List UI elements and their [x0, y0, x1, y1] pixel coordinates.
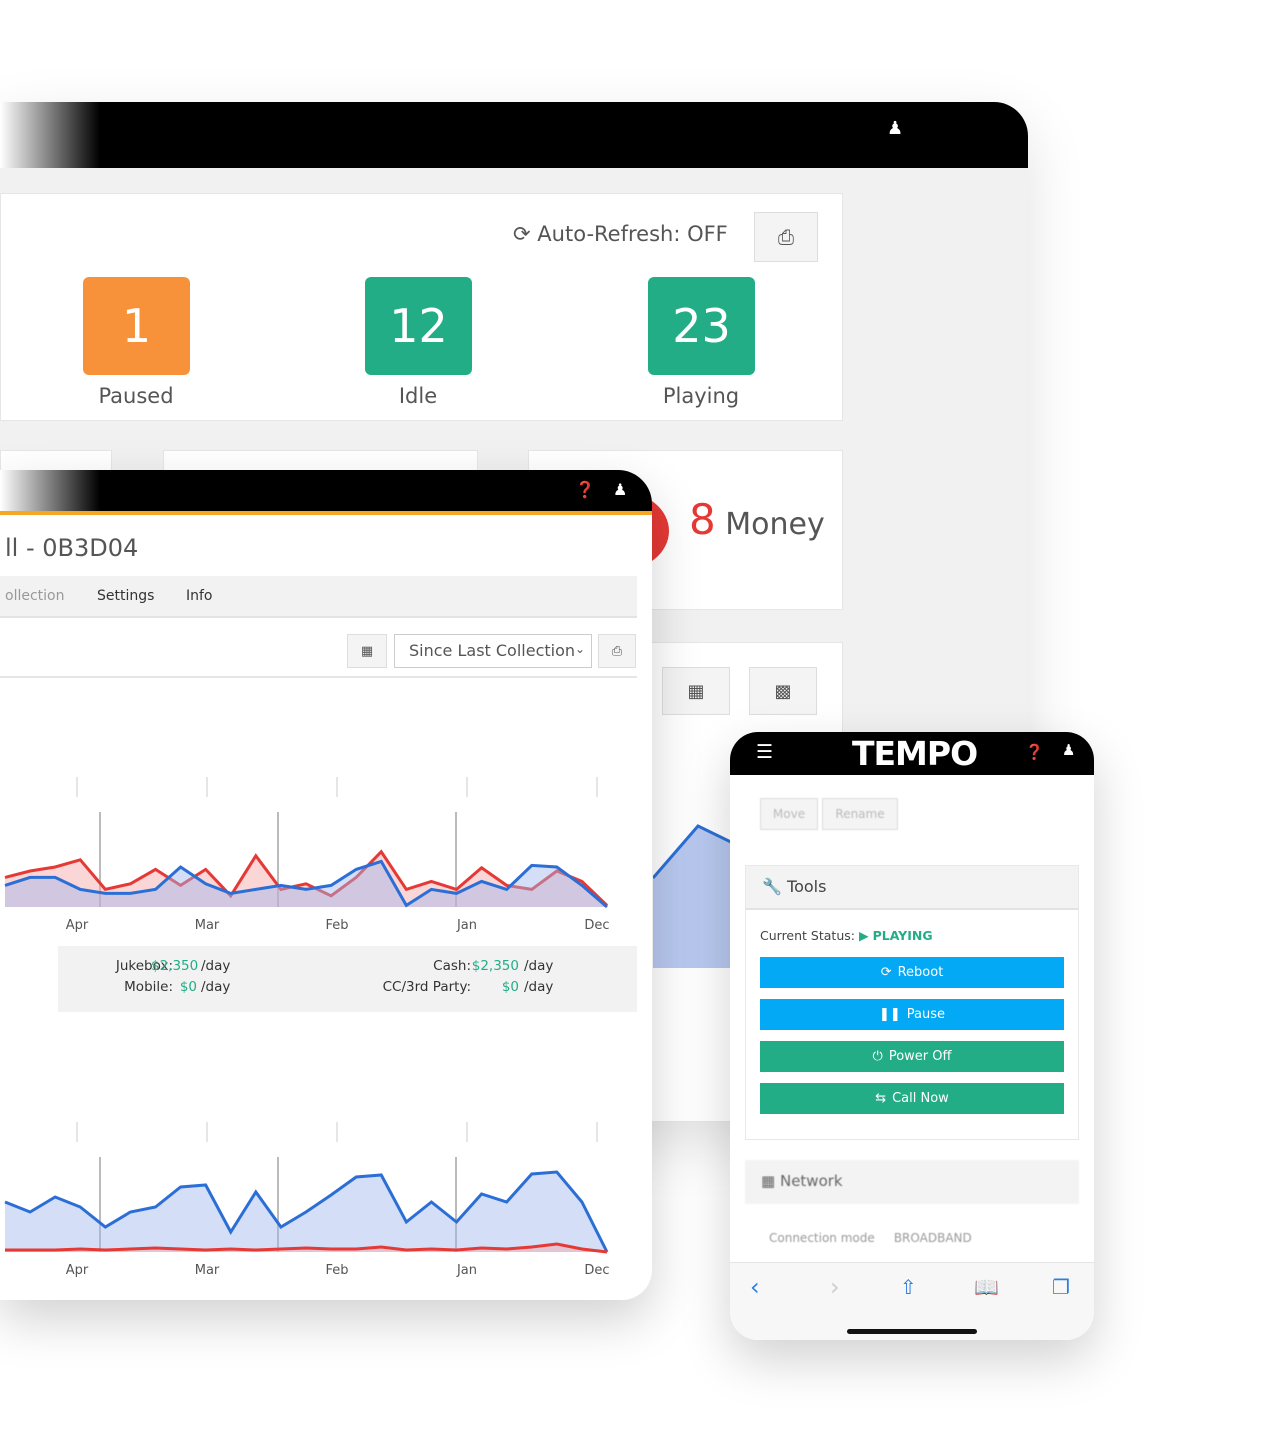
summary-box: Jukebox: Mobile: $2,350 $0 /day/day Cash: C… [58, 946, 637, 1012]
reboot-button[interactable]: ⟳ Reboot [760, 957, 1064, 988]
forward-icon[interactable]: › [830, 1273, 840, 1301]
x-tick-label: Feb [325, 918, 348, 933]
cc-value: $0 [501, 979, 519, 995]
x-tick-label: Apr [66, 1263, 89, 1278]
tab-bar: ollection Settings Info [0, 576, 637, 618]
user-icon[interactable]: ♟ [613, 480, 627, 499]
print-button[interactable]: ⎙ [754, 212, 818, 262]
stat-idle[interactable]: 12 [365, 277, 472, 375]
mobile-value: $0 [179, 979, 197, 995]
x-tick-label: Dec [584, 918, 609, 933]
status-panel: ⟳ Auto-Refresh: OFF ⎙ 1 Paused 12 Idle 2… [0, 193, 843, 421]
stat-label: Playing [662, 384, 740, 408]
x-tick-label: Jan [456, 1263, 477, 1278]
tablet-header: ❓ ♟ [0, 470, 652, 515]
browser-toolbar: ‹ › ⇧ 📖 ❐ [730, 1262, 1094, 1340]
rename-button[interactable]: Rename [822, 798, 898, 830]
pause-button[interactable]: ❚❚ Pause [760, 999, 1064, 1030]
back-icon[interactable]: ‹ [750, 1273, 760, 1301]
tab-info[interactable]: Info [186, 588, 213, 604]
pause-icon: ❚❚ [878, 1007, 901, 1022]
chart-view-button[interactable]: ▩ [749, 667, 817, 715]
x-tick-label: Mar [195, 918, 220, 933]
bookmarks-icon[interactable]: 📖 [974, 1275, 999, 1299]
print-icon: ⎙ [778, 225, 794, 249]
connection-mode-value: BROADBAND [893, 1231, 972, 1245]
x-tick-label: Mar [195, 1263, 220, 1278]
x-tick-label: Feb [325, 1263, 348, 1278]
page-title: ll - 0B3D04 [5, 534, 139, 562]
phone-window: ☰ TEMPO ❓ ♟ Move Rename 🔧 Tools Current … [730, 732, 1094, 1340]
tablet-window: ❓ ♟ ll - 0B3D04 ollection Settings Info … [0, 470, 652, 1300]
stat-label: Paused [98, 384, 174, 408]
logo: TEMPO [852, 734, 978, 773]
stat-label: Idle [398, 384, 438, 408]
desktop-header: ♟ [0, 102, 1028, 168]
table-view-button[interactable]: ▦ [347, 634, 387, 668]
x-tick-label: Dec [584, 1263, 609, 1278]
background-chart [653, 824, 733, 968]
plays-chart: Apr Mar Feb Jan Dec [4, 1122, 610, 1278]
divider [0, 676, 637, 678]
table-icon: ▦ [687, 680, 705, 702]
print-icon: ⎙ [611, 643, 623, 659]
bar-chart-icon: ▩ [774, 680, 792, 702]
stat-playing[interactable]: 23 [648, 277, 755, 375]
cash-value: $2,350 [471, 958, 519, 974]
network-panel-header: ▦ Network [745, 1160, 1079, 1204]
home-indicator [847, 1329, 977, 1334]
stat-paused[interactable]: 1 [83, 277, 190, 375]
table-view-button[interactable]: ▦ [662, 667, 730, 715]
tab-settings[interactable]: Settings [97, 588, 154, 604]
tabs-icon[interactable]: ❐ [1052, 1275, 1070, 1299]
money-label: Money [725, 507, 825, 542]
auto-refresh-toggle[interactable]: ⟳ Auto-Refresh: OFF [513, 222, 728, 246]
revenue-chart: Apr Mar Feb Jan Dec [4, 777, 610, 933]
grid-icon: ▦ [761, 1172, 776, 1190]
tab-collection[interactable]: ollection [5, 588, 64, 604]
user-icon[interactable]: ♟ [887, 118, 903, 139]
refresh-icon: ⟳ [880, 965, 892, 980]
power-off-button[interactable]: ⏻ Power Off [760, 1041, 1064, 1072]
table-icon: ▦ [360, 643, 374, 659]
power-icon: ⏻ [872, 1049, 883, 1064]
play-icon: ▶ [858, 928, 869, 943]
user-icon[interactable]: ♟ [1062, 741, 1075, 759]
help-icon[interactable]: ❓ [575, 480, 595, 499]
print-button[interactable]: ⎙ [598, 634, 636, 668]
move-button[interactable]: Move [760, 798, 818, 830]
phone-header: ☰ TEMPO ❓ ♟ [730, 732, 1094, 775]
exchange-icon: ⇆ [875, 1091, 887, 1106]
chevron-down-icon: ⌄ [574, 642, 585, 656]
money-count: 8 [689, 495, 716, 544]
x-tick-label: Apr [66, 918, 89, 933]
share-icon[interactable]: ⇧ [900, 1275, 917, 1299]
call-now-button[interactable]: ⇆ Call Now [760, 1083, 1064, 1114]
status-value: PLAYING [872, 928, 933, 943]
jukebox-value: $2,350 [151, 958, 199, 974]
wrench-icon: 🔧 [762, 877, 782, 896]
refresh-icon: ⟳ [513, 222, 531, 246]
x-tick-label: Jan [456, 918, 477, 933]
help-icon[interactable]: ❓ [1025, 743, 1044, 761]
range-select[interactable]: Since Last Collection ⌄ [394, 634, 592, 668]
menu-icon[interactable]: ☰ [756, 741, 773, 763]
